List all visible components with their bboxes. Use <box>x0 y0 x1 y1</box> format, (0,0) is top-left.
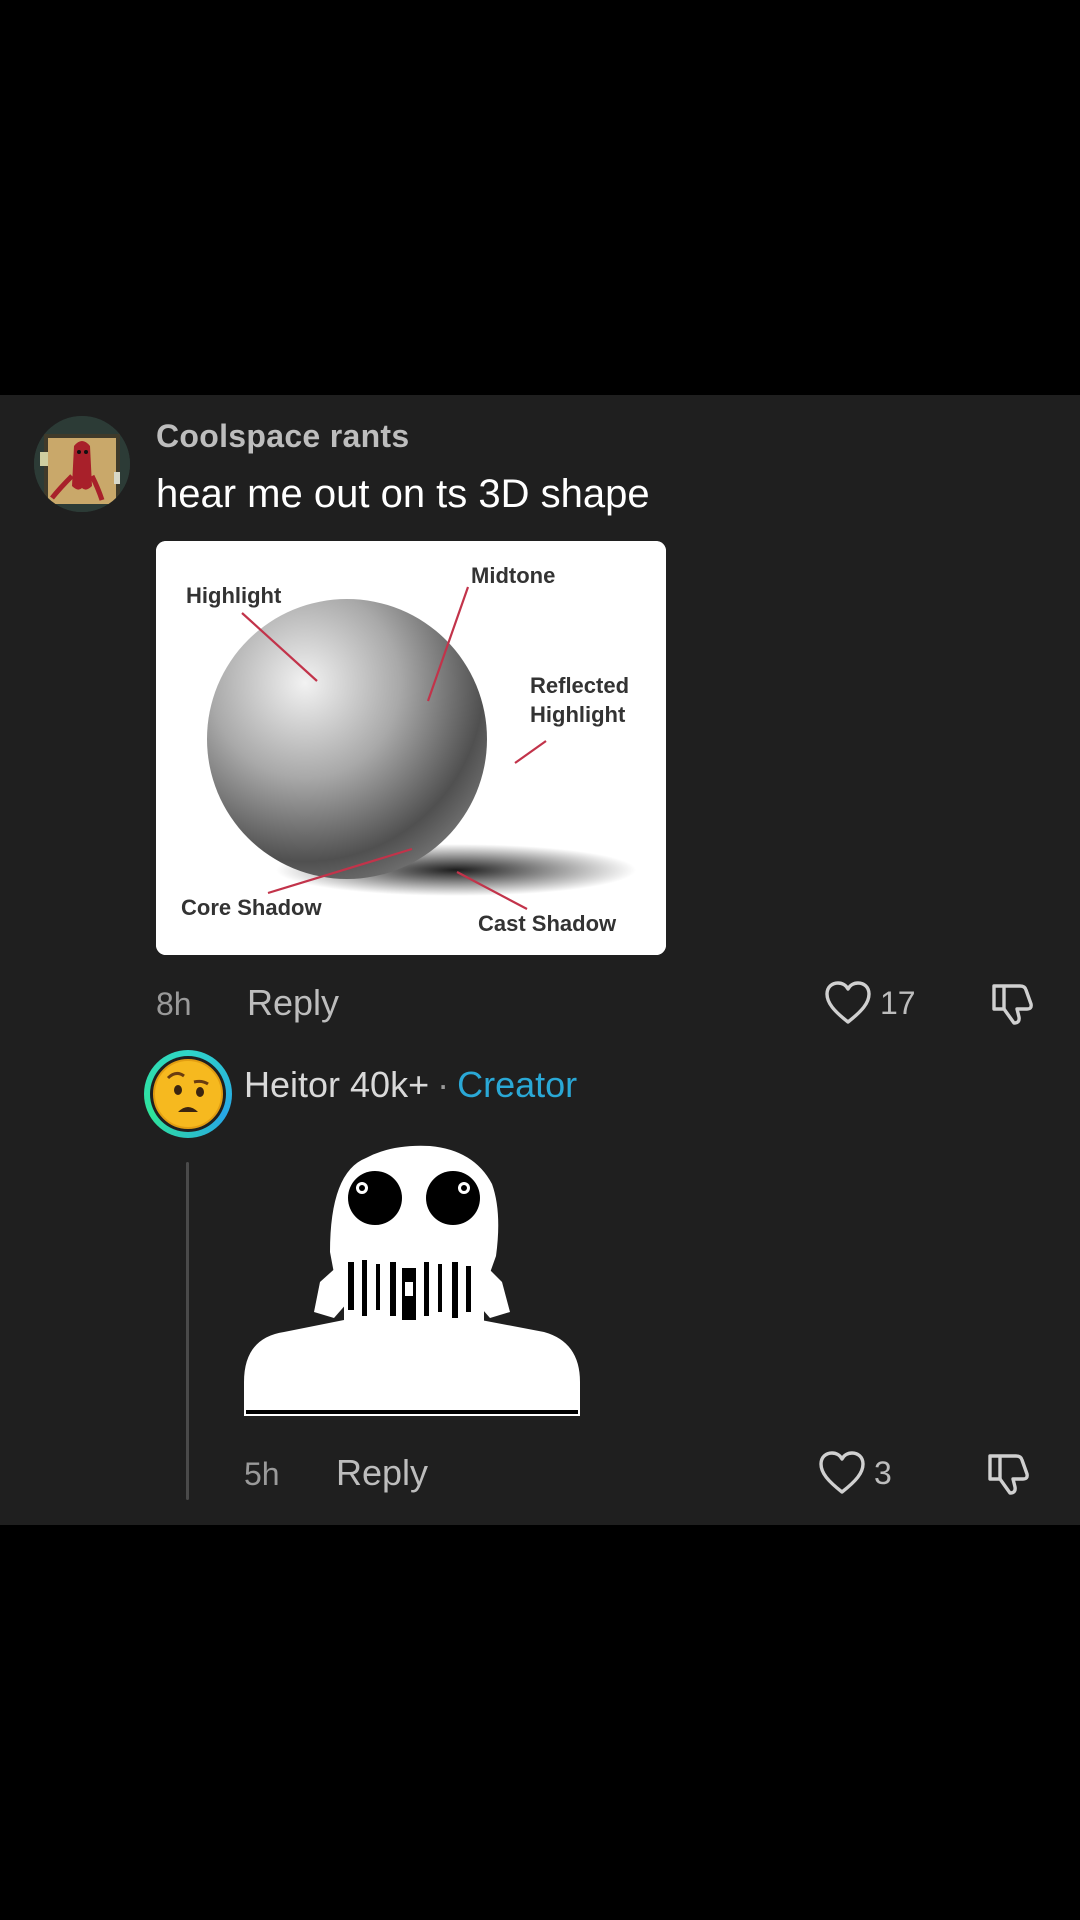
reply-like-count: 3 <box>874 1454 892 1491</box>
label-reflected-highlight: Highlight <box>530 702 626 727</box>
reply-dislike-button[interactable] <box>984 1450 1032 1503</box>
comment-text: hear me out on ts 3D shape <box>156 472 650 516</box>
thumbs-down-outline-icon <box>992 984 1033 1025</box>
raised-eyebrow-emoji-icon <box>153 1059 223 1129</box>
creator-avatar[interactable] <box>144 1050 232 1138</box>
avatar[interactable] <box>34 416 130 512</box>
label-midtone: Midtone <box>471 563 555 588</box>
shading-sphere-diagram: Highlight Midtone Reflected Highlight Co… <box>156 541 666 955</box>
like-count: 17 <box>880 984 916 1021</box>
heart-outline-icon <box>819 1451 865 1494</box>
heart-outline-icon <box>825 981 871 1024</box>
thumbs-down-outline-icon <box>988 1454 1029 1495</box>
label-core-shadow: Core Shadow <box>181 895 322 920</box>
dislike-button[interactable] <box>988 980 1036 1033</box>
label-highlight: Highlight <box>186 583 282 608</box>
comment-image[interactable]: Highlight Midtone Reflected Highlight Co… <box>156 541 666 955</box>
sphere <box>207 599 487 879</box>
label-cast-shadow: Cast Shadow <box>478 911 617 936</box>
comment-username[interactable]: Coolspace rants <box>156 418 409 455</box>
creator-badge: Creator <box>457 1064 578 1105</box>
reply-reply-button[interactable]: Reply <box>336 1452 428 1494</box>
reply-image[interactable] <box>244 1132 580 1428</box>
reply-like-button[interactable]: 3 <box>818 1450 892 1496</box>
reply-username-line: Heitor 40k+ · Creator <box>244 1064 577 1106</box>
separator-dot: · <box>437 1064 450 1105</box>
reply-time: 5h <box>244 1456 280 1492</box>
reply-username[interactable]: Heitor 40k+ <box>244 1064 429 1105</box>
avatar-image <box>34 416 130 512</box>
label-reflected: Reflected <box>530 673 629 698</box>
reply-button[interactable]: Reply <box>247 982 339 1024</box>
thread-line <box>186 1162 189 1500</box>
comment-time: 8h <box>156 986 192 1022</box>
monster-silhouette-image <box>244 1145 580 1416</box>
like-button[interactable]: 17 <box>824 980 916 1026</box>
